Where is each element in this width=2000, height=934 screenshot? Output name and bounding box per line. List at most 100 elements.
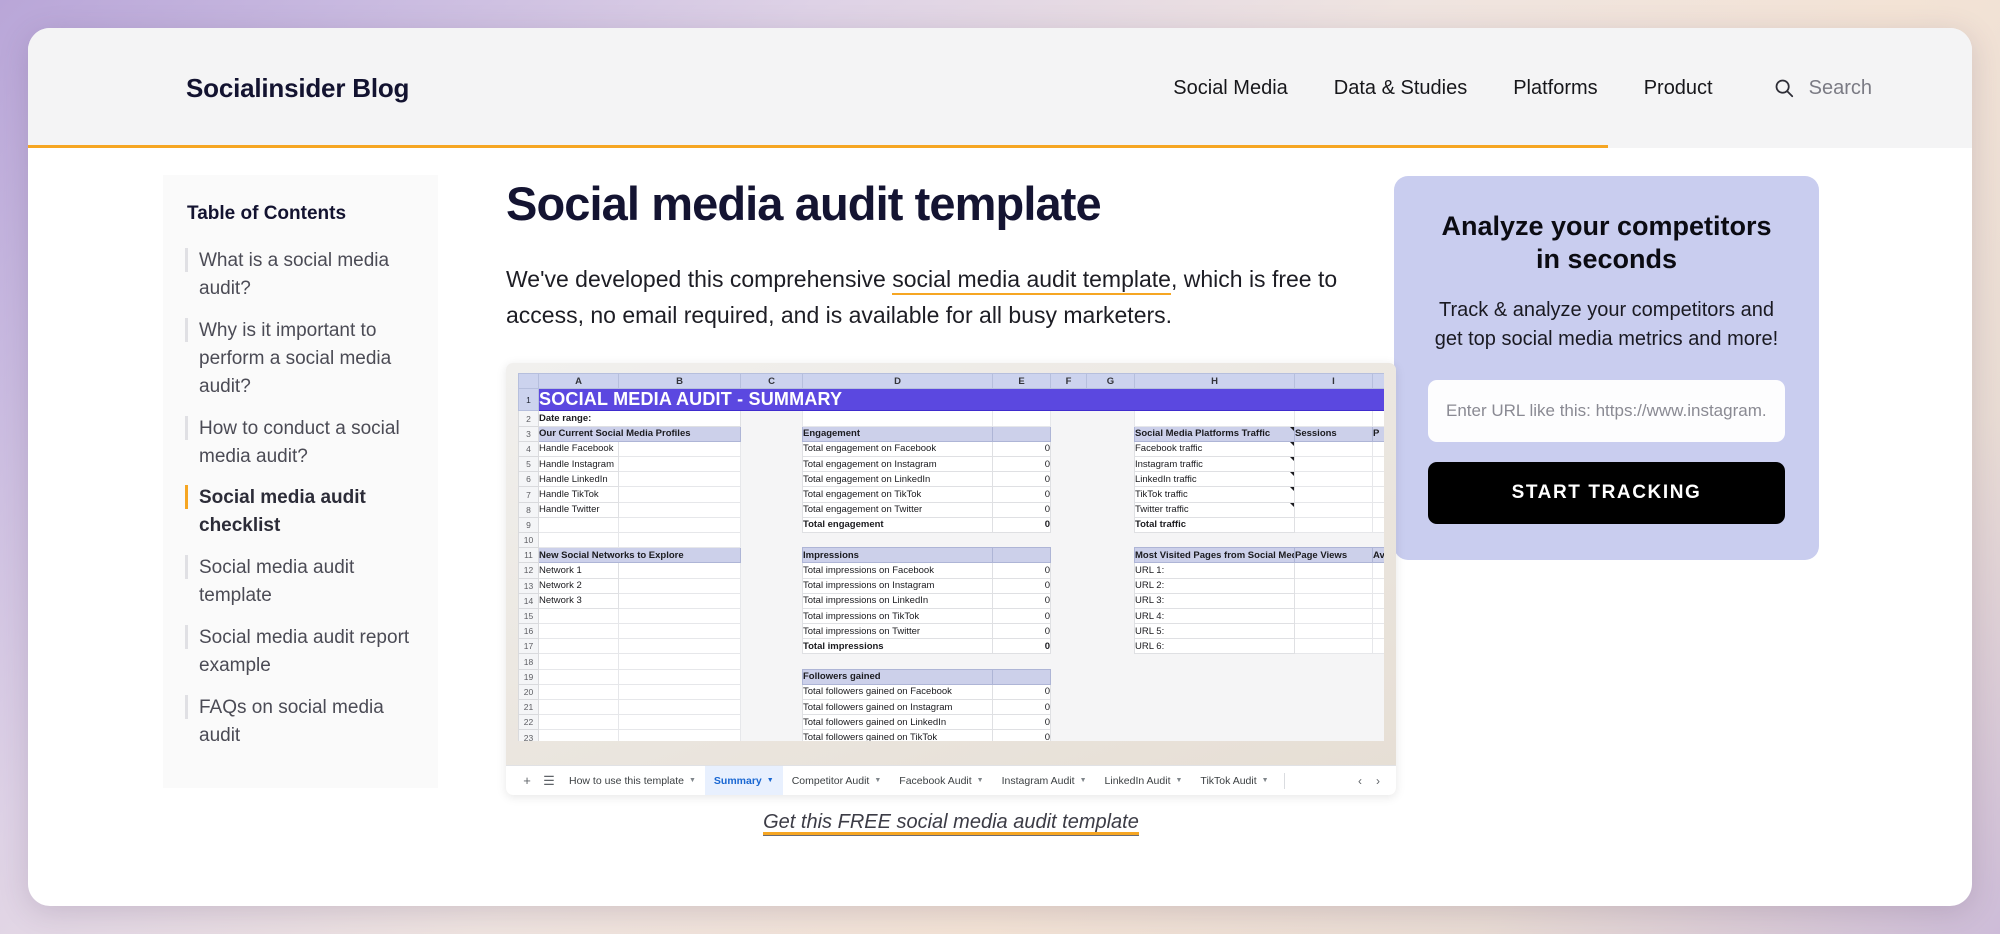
col-header-f[interactable]: F [1050, 373, 1087, 390]
col-header-a[interactable]: A [538, 373, 619, 390]
sheet-cell[interactable] [618, 531, 741, 549]
engagement-row[interactable]: Total engagement on Facebook [802, 440, 993, 458]
sheet-cell[interactable] [1294, 623, 1373, 640]
traffic-third-header[interactable]: P [1372, 425, 1384, 442]
chevron-down-icon[interactable]: ▼ [1262, 766, 1269, 796]
sheet-cell[interactable] [618, 456, 741, 473]
url-row[interactable]: URL 3: [1134, 592, 1295, 609]
impressions-value[interactable]: 0 [992, 623, 1051, 640]
sheet-cell[interactable] [1372, 456, 1384, 473]
chevron-down-icon[interactable]: ▼ [874, 766, 881, 796]
sheet-cell[interactable] [1134, 410, 1295, 427]
row-header-16[interactable]: 16 [518, 623, 539, 640]
traffic-row[interactable]: Twitter traffic [1134, 501, 1295, 518]
row-header-6[interactable]: 6 [518, 471, 539, 488]
row-header-19[interactable]: 19 [518, 668, 539, 685]
date-range-label[interactable]: Date range: [538, 410, 741, 427]
sheet-tab-linkedin-audit[interactable]: LinkedIn Audit ▼ [1096, 766, 1192, 796]
engagement-row[interactable]: Total engagement on LinkedIn [802, 471, 993, 488]
traffic-total-label[interactable]: Total traffic [1134, 516, 1295, 533]
toc-item-report-example[interactable]: Social media audit report example [185, 618, 418, 686]
profile-row[interactable]: Handle Twitter [538, 501, 619, 518]
chevron-down-icon[interactable]: ▼ [1175, 766, 1182, 796]
sheet-cell[interactable] [538, 668, 619, 685]
sheet-cell[interactable] [618, 714, 741, 731]
new-network-row[interactable]: Network 1 [538, 562, 619, 579]
profiles-section-header[interactable]: Our Current Social Media Profiles [538, 425, 741, 442]
engagement-total-label[interactable]: Total engagement [802, 516, 993, 533]
engagement-total-value[interactable]: 0 [992, 516, 1051, 533]
row-header-15[interactable]: 15 [518, 607, 539, 625]
toc-item-checklist[interactable]: Social media audit checklist [185, 478, 418, 546]
sheet-cell[interactable] [1294, 638, 1373, 655]
traffic-row[interactable]: Facebook traffic [1134, 440, 1295, 458]
sheet-cell[interactable] [618, 607, 741, 625]
sheet-cell[interactable] [618, 440, 741, 458]
sheet-cell[interactable] [1372, 471, 1384, 488]
impressions-value[interactable]: 0 [992, 592, 1051, 609]
sheet-cell[interactable] [538, 683, 619, 701]
nav-item-social-media[interactable]: Social Media [1173, 77, 1288, 100]
chevron-down-icon[interactable]: ▼ [689, 766, 696, 796]
sheet-cell[interactable] [1294, 410, 1373, 427]
sheet-cell[interactable] [538, 607, 619, 625]
sheet-cell[interactable] [618, 683, 741, 701]
sheet-cell[interactable] [538, 729, 619, 742]
sheet-cell[interactable] [1372, 562, 1384, 579]
impressions-section-header[interactable]: Impressions [802, 547, 993, 564]
spreadsheet-screenshot[interactable]: A B C D E F G H I J [506, 363, 1396, 796]
sheet-cell[interactable] [618, 699, 741, 716]
nav-item-data-studies[interactable]: Data & Studies [1334, 77, 1467, 100]
impressions-row[interactable]: Total impressions on Instagram [802, 577, 993, 594]
impressions-row[interactable]: Total impressions on TikTok [802, 607, 993, 625]
row-header-14[interactable]: 14 [518, 592, 539, 609]
col-header-i[interactable]: I [1294, 373, 1373, 390]
sheet-cell[interactable] [1372, 440, 1384, 458]
sheet-cell[interactable] [538, 699, 619, 716]
engagement-value[interactable]: 0 [992, 440, 1051, 458]
sheet-cell[interactable] [538, 653, 619, 670]
impressions-value[interactable]: 0 [992, 562, 1051, 579]
row-header-13[interactable]: 13 [518, 577, 539, 594]
sheet-cell[interactable] [538, 516, 619, 533]
sheet-cell[interactable] [1372, 516, 1384, 533]
url-row[interactable]: URL 2: [1134, 577, 1295, 594]
sheet-tab-facebook-audit[interactable]: Facebook Audit ▼ [890, 766, 992, 796]
engagement-row[interactable]: Total engagement on Twitter [802, 501, 993, 518]
profile-row[interactable]: Handle LinkedIn [538, 471, 619, 488]
sheet-cell[interactable] [1294, 562, 1373, 579]
col-header-b[interactable]: B [618, 373, 741, 390]
sheet-cell[interactable] [618, 668, 741, 685]
followers-section-header[interactable]: Followers gained [802, 668, 993, 685]
row-header-22[interactable]: 22 [518, 714, 539, 731]
followers-row[interactable]: Total followers gained on TikTok [802, 729, 993, 742]
engagement-section-header[interactable]: Engagement [802, 425, 993, 442]
new-networks-section-header[interactable]: New Social Networks to Explore [538, 547, 741, 564]
url-row[interactable]: URL 5: [1134, 623, 1295, 640]
sheet-cell[interactable] [802, 410, 993, 427]
row-header-12[interactable]: 12 [518, 562, 539, 579]
sheet-cell[interactable] [1372, 486, 1384, 503]
sheet-cell[interactable] [1294, 440, 1373, 458]
url-row[interactable]: URL 6: [1134, 638, 1295, 655]
followers-value[interactable]: 0 [992, 683, 1051, 701]
impressions-row[interactable]: Total impressions on LinkedIn [802, 592, 993, 609]
row-header-8[interactable]: 8 [518, 501, 539, 518]
col-header-g[interactable]: G [1086, 373, 1135, 390]
engagement-value[interactable]: 0 [992, 501, 1051, 518]
sheet-cell[interactable] [618, 516, 741, 533]
sheet-cell[interactable] [618, 592, 741, 609]
sheet-cell[interactable] [538, 531, 619, 549]
followers-row[interactable]: Total followers gained on Instagram [802, 699, 993, 716]
row-header-7[interactable]: 7 [518, 486, 539, 503]
impressions-total-label[interactable]: Total impressions [802, 638, 993, 655]
plus-icon[interactable]: + [516, 773, 538, 788]
search-button[interactable]: Search [1773, 77, 1872, 100]
row-header-18[interactable]: 18 [518, 653, 539, 670]
chevron-left-icon[interactable]: ‹ [1358, 774, 1362, 788]
toc-item-faqs[interactable]: FAQs on social media audit [185, 688, 418, 756]
sheet-cell[interactable] [992, 668, 1051, 685]
most-visited-section-header[interactable]: Most Visited Pages from Social Media [1134, 547, 1295, 564]
sheet-cell[interactable] [1372, 607, 1384, 625]
row-header-3[interactable]: 3 [518, 425, 539, 442]
